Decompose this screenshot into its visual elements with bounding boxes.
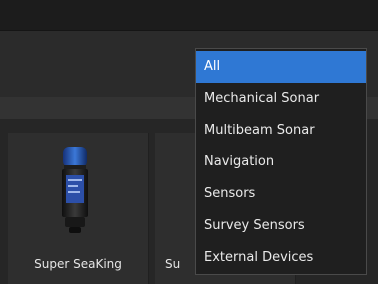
dropdown-option-navigation[interactable]: Navigation xyxy=(196,146,366,178)
dropdown-option-sensors[interactable]: Sensors xyxy=(196,178,366,210)
device-label: Super SeaKing xyxy=(34,257,122,271)
device-card-super-seaking[interactable]: Super SeaKing xyxy=(8,133,149,284)
dropdown-option-external-devices[interactable]: External Devices xyxy=(196,242,366,274)
title-strip xyxy=(0,0,378,31)
dropdown-option-all[interactable]: All xyxy=(196,51,366,83)
dropdown-option-survey-sensors[interactable]: Survey Sensors xyxy=(196,210,366,242)
dropdown-option-multibeam-sonar[interactable]: Multibeam Sonar xyxy=(196,115,366,147)
device-catalog-window: Super SeaKing Su All Mechanical Sonar Mu… xyxy=(0,0,378,284)
dropdown-option-mechanical-sonar[interactable]: Mechanical Sonar xyxy=(196,83,366,115)
category-filter-dropdown[interactable]: All Mechanical Sonar Multibeam Sonar Nav… xyxy=(195,48,367,275)
device-label: Su xyxy=(165,257,181,271)
sonar-device-icon xyxy=(62,147,88,233)
